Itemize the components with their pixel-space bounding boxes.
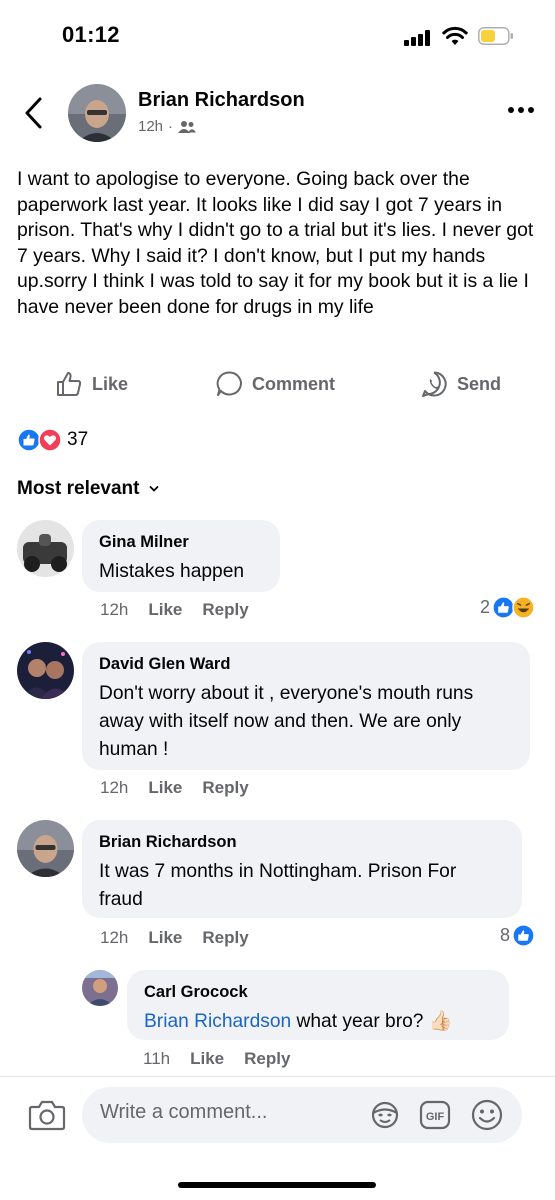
status-bar: 01:12 [0, 0, 555, 70]
friends-audience-icon[interactable] [178, 120, 197, 134]
commenter-name[interactable]: David Glen Ward [99, 655, 513, 674]
comment-actions: 12h Like Reply [100, 778, 249, 798]
comment-bubble: Gina Milner Mistakes happen [82, 520, 280, 592]
thumbs-up-icon [57, 372, 82, 396]
comment-time: 12h [100, 778, 129, 797]
back-chevron-icon[interactable] [20, 95, 50, 131]
comment-button[interactable]: Comment [215, 370, 335, 398]
comment-text: It was 7 months in Nottingham. Prison Fo… [99, 861, 457, 910]
send-button[interactable]: Send [420, 370, 501, 398]
comment-time: 11h [143, 1049, 171, 1068]
chevron-down-icon [150, 486, 159, 492]
reply-body: what year bro? 👍🏻 [291, 1011, 453, 1032]
commenter-name[interactable]: Gina Milner [99, 533, 263, 552]
comment-like-button[interactable]: Like [190, 1049, 224, 1069]
comment-reaction-summary[interactable]: 8 [500, 924, 535, 947]
svg-text:GIF: GIF [426, 1111, 445, 1123]
commenter-avatar[interactable] [17, 642, 74, 699]
comment-text: Mistakes happen [99, 561, 245, 582]
mention-link[interactable]: Brian Richardson [144, 1011, 291, 1032]
like-label: Like [92, 373, 129, 394]
love-reaction-icon [38, 428, 62, 452]
status-time: 01:12 [62, 22, 120, 47]
comment-actions: 12h Like Reply [100, 600, 249, 620]
comment-bubble: David Glen Ward Don't worry about it , e… [82, 642, 530, 770]
reply-bubble: Carl Grocock Brian Richardson what year … [127, 970, 509, 1040]
post-text: I want to apologise to everyone. Going b… [17, 168, 534, 318]
signal-icon [404, 30, 432, 46]
post-author-name[interactable]: Brian Richardson [138, 89, 305, 112]
gif-icon[interactable]: GIF [418, 1098, 452, 1132]
commenter-avatar[interactable] [17, 520, 74, 577]
comment-composer[interactable]: Write a comment... GIF [82, 1087, 522, 1143]
sort-dropdown[interactable]: Most relevant [17, 478, 159, 500]
comment-reaction-summary[interactable]: 2 [480, 596, 535, 619]
comment-like-button[interactable]: Like [148, 928, 182, 948]
comment-reply-button[interactable]: Reply [244, 1049, 290, 1069]
reply-text: Brian Richardson what year bro? 👍🏻 [144, 1008, 492, 1036]
commenter-avatar[interactable] [82, 970, 118, 1006]
commenter-name[interactable]: Brian Richardson [99, 833, 505, 852]
like-button[interactable]: Like [55, 370, 128, 398]
commenter-name[interactable]: Carl Grocock [144, 983, 492, 1002]
comment-like-button[interactable]: Like [148, 600, 182, 620]
haha-reaction-icon [512, 596, 535, 619]
battery-icon [478, 27, 513, 45]
like-reaction-icon [512, 924, 535, 947]
comment-bubble-icon [216, 371, 242, 396]
post-time: 12h [138, 118, 164, 135]
comment-actions: 11h Like Reply [143, 1049, 290, 1069]
camera-icon[interactable] [28, 1098, 66, 1132]
comment-label: Comment [252, 373, 336, 394]
emoji-icon[interactable] [470, 1098, 504, 1132]
author-avatar[interactable] [68, 84, 126, 142]
comment-bubble: Brian Richardson It was 7 months in Nott… [82, 820, 522, 918]
comment-reaction-count: 2 [480, 597, 491, 617]
comment-text: Don't worry about it , everyone's mouth … [99, 683, 474, 760]
more-options-icon[interactable] [505, 98, 537, 122]
comment-reply-button[interactable]: Reply [202, 600, 248, 620]
comment-reply-button[interactable]: Reply [202, 778, 248, 798]
sort-label: Most relevant [17, 478, 140, 499]
comment-like-button[interactable]: Like [148, 778, 182, 798]
comment-time: 12h [100, 600, 129, 619]
post-meta: 12h · [138, 118, 197, 135]
avatar-sticker-icon[interactable] [368, 1098, 402, 1132]
meta-separator: · [168, 118, 174, 135]
wifi-icon [442, 26, 468, 45]
send-label: Send [457, 373, 502, 394]
reaction-count: 37 [67, 429, 89, 450]
comment-reply-button[interactable]: Reply [202, 928, 248, 948]
comment-time: 12h [100, 928, 129, 947]
comment-reaction-count: 8 [500, 925, 511, 945]
home-indicator[interactable] [178, 1182, 376, 1188]
comment-input[interactable]: Write a comment... [100, 1101, 267, 1124]
commenter-avatar[interactable] [17, 820, 74, 877]
reaction-summary[interactable]: 37 [17, 428, 88, 452]
comment-actions: 12h Like Reply [100, 928, 249, 948]
whatsapp-icon [422, 371, 447, 397]
